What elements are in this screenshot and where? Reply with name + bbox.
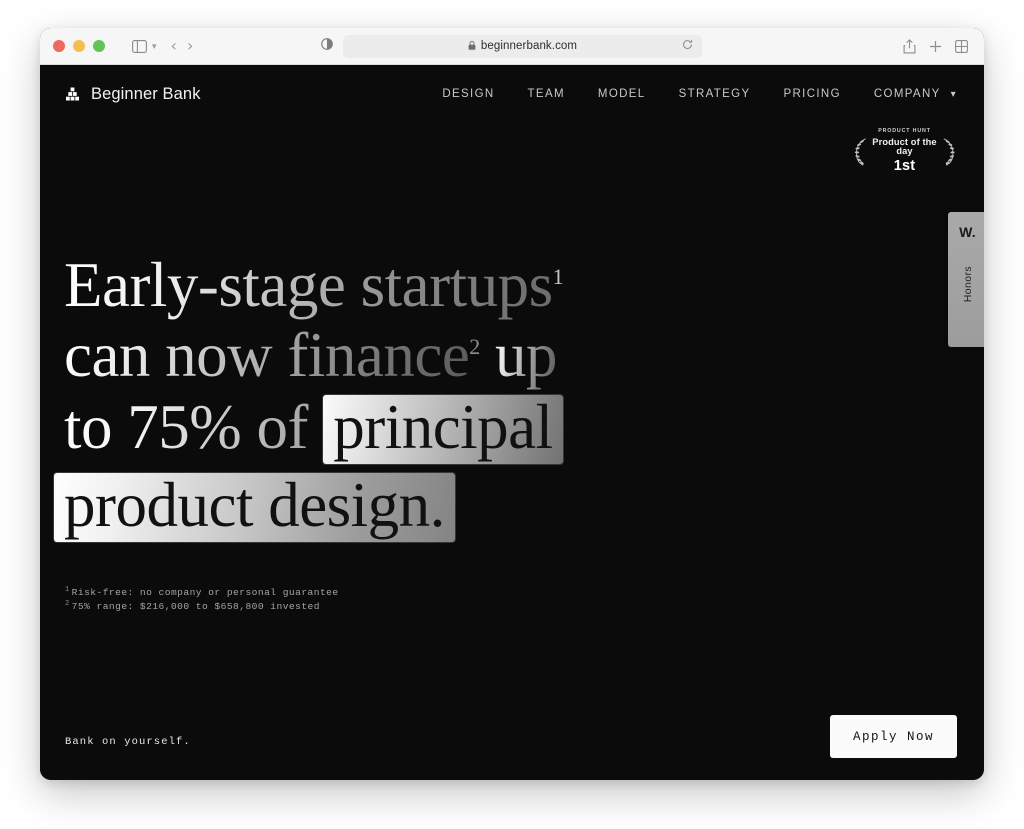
laurel-left-icon [854, 138, 866, 165]
brand-name: Beginner Bank [91, 84, 201, 103]
tab-grid-icon[interactable] [955, 39, 968, 53]
site-header: Beginner Bank DESIGN TEAM MODEL STRATEGY… [40, 65, 984, 123]
nav-item-pricing[interactable]: PRICING [784, 88, 841, 100]
back-button[interactable]: ‹ [171, 38, 177, 54]
forward-button[interactable]: › [187, 38, 193, 54]
hero-heading: Early-stage startups1 can now finance2 u… [54, 250, 764, 542]
footnote-2-text: 75% range: $216,000 to $658,800 invested [71, 601, 320, 612]
plus-icon[interactable] [929, 40, 942, 53]
footnote-1-marker: 1 [65, 585, 70, 594]
lock-icon [468, 37, 476, 55]
badge-kicker: PRODUCT HUNT [878, 128, 931, 135]
nav-item-company[interactable]: COMPANY ▾ [874, 88, 957, 100]
nav-item-company-label: COMPANY [873, 88, 941, 100]
honors-side-tab[interactable]: W. Honors [948, 212, 984, 347]
main-navigation: DESIGN TEAM MODEL STRATEGY PRICING COMPA… [442, 88, 957, 100]
reader-contrast-icon[interactable] [321, 37, 333, 55]
address-bar[interactable]: beginnerbank.com [343, 34, 702, 58]
hero-footnotes: 1 Risk-free: no company or personal guara… [65, 586, 339, 614]
nav-item-strategy[interactable]: STRATEGY [679, 88, 751, 100]
honors-tab-mark: W. [959, 224, 976, 240]
laurel-right-icon [943, 138, 955, 165]
maximize-window-button[interactable] [93, 40, 105, 52]
product-hunt-badge[interactable]: PRODUCT HUNT Product of the day 1st [854, 128, 955, 175]
hero-highlight-product-design: product design. [54, 473, 455, 542]
hero-line-2-text-a: can now finance [64, 320, 470, 390]
address-bar-content: beginnerbank.com [468, 37, 577, 55]
pyramid-blocks-icon [66, 87, 79, 100]
address-area: beginnerbank.com [321, 34, 702, 58]
minimize-window-button[interactable] [73, 40, 85, 52]
hero-highlight-principal: principal [323, 395, 563, 464]
badge-rank: 1st [893, 158, 916, 175]
nav-item-team[interactable]: TEAM [528, 88, 565, 100]
footnote-1-text: Risk-free: no company or personal guaran… [71, 587, 339, 598]
footnote-marker-2: 2 [469, 334, 480, 359]
hero-line-3-text: to 75% of [64, 392, 324, 462]
apply-now-button[interactable]: Apply Now [830, 715, 957, 758]
hero-line-2-text-c: up [495, 320, 558, 390]
badge-title: Product of the day [872, 136, 937, 157]
page-viewport: Beginner Bank DESIGN TEAM MODEL STRATEGY… [40, 65, 984, 780]
footnote-marker-1: 1 [552, 264, 564, 289]
url-text: beginnerbank.com [480, 40, 578, 52]
chevron-down-icon: ▾ [950, 88, 957, 100]
hero-line-4: product design. [54, 470, 764, 542]
hero-line-1: Early-stage startups1 [64, 250, 764, 320]
close-window-button[interactable] [53, 40, 65, 52]
badge-text: PRODUCT HUNT Product of the day 1st [869, 128, 939, 175]
hero-line-2: can now finance2 up [64, 320, 764, 390]
hero-line-3: to 75% of principal [64, 392, 764, 464]
honors-tab-label: Honors [961, 266, 974, 303]
footer-tagline: Bank on yourself. [65, 736, 191, 748]
brand-logo[interactable]: Beginner Bank [64, 85, 201, 104]
share-icon[interactable] [903, 38, 916, 54]
sidebar-icon[interactable] [126, 34, 152, 58]
hero-line-1-text: Early-stage startups [64, 250, 553, 320]
window-controls [53, 40, 105, 52]
toolbar-right-actions [903, 38, 968, 54]
chevron-down-icon[interactable]: ▾ [152, 41, 157, 52]
footnote-1: 1 Risk-free: no company or personal guara… [65, 586, 339, 600]
reload-icon[interactable] [682, 37, 693, 55]
browser-window: ▾ ‹ › beginnerbank.com Beginner Bank DES… [40, 28, 984, 780]
nav-item-model[interactable]: MODEL [598, 88, 646, 100]
browser-toolbar: ▾ ‹ › beginnerbank.com [40, 28, 984, 65]
nav-item-design[interactable]: DESIGN [442, 88, 494, 100]
navigation-arrows: ‹ › [171, 38, 194, 54]
footnote-2-marker: 2 [65, 599, 70, 608]
footnote-2: 2 75% range: $216,000 to $658,800 investe… [65, 600, 339, 614]
hero-line-2-text-b [480, 320, 495, 390]
sidebar-controls: ▾ [126, 34, 157, 58]
